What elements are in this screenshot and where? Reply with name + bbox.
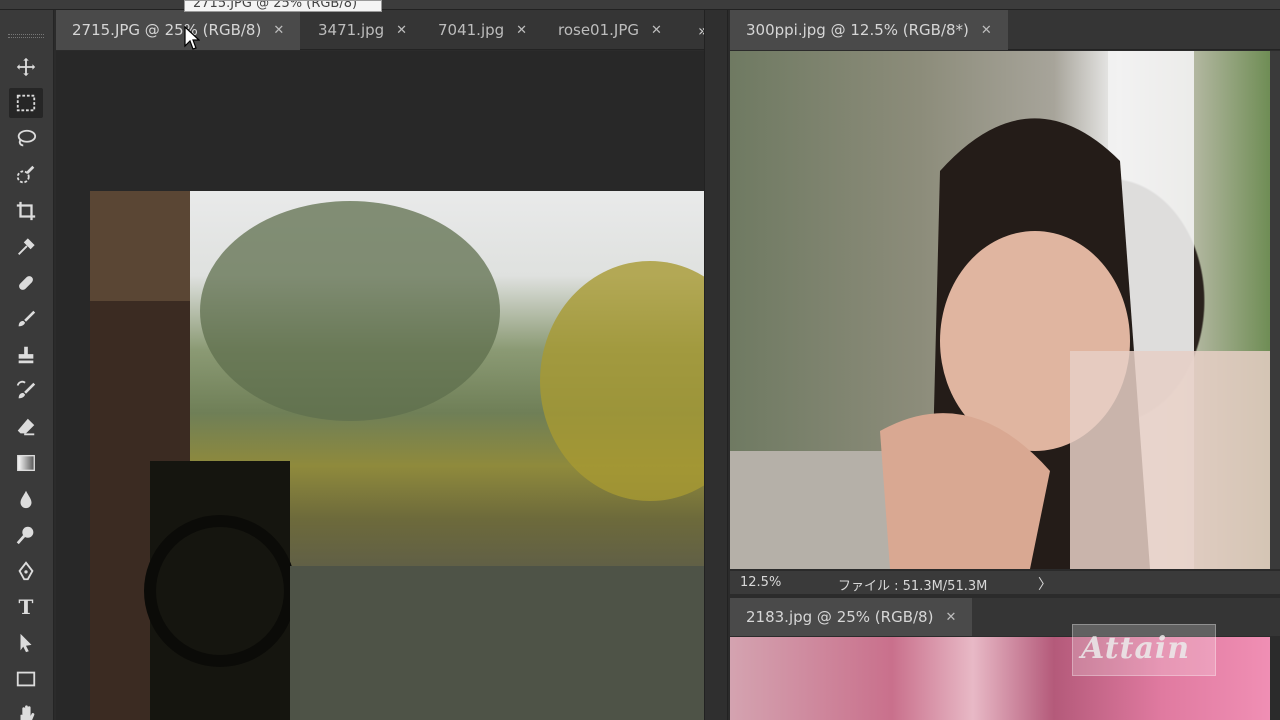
- path-selection-tool-icon[interactable]: [9, 628, 43, 658]
- tab-rose01-jpg[interactable]: rose01.JPG ✕: [542, 10, 678, 50]
- dodge-tool-icon[interactable]: [9, 520, 43, 550]
- crop-tool-icon[interactable]: [9, 196, 43, 226]
- tab-7041-jpg[interactable]: 7041.jpg ✕: [422, 10, 543, 50]
- tab-300ppi-jpg[interactable]: 300ppi.jpg @ 12.5% (RGB/8*) ✕: [730, 10, 1008, 50]
- document-tab-bar: 2715.JPG @ 25% (RGB/8) ✕ 3471.jpg ✕ 7041…: [56, 10, 728, 50]
- tab-2715-jpg[interactable]: 2715.JPG @ 25% (RGB/8) ✕: [56, 10, 301, 50]
- pen-tool-icon[interactable]: [9, 556, 43, 586]
- zoom-level[interactable]: 12.5%: [740, 575, 781, 590]
- mouse-cursor-icon: [184, 26, 200, 50]
- portrait-photo-shapes: [730, 51, 1270, 569]
- lasso-tool-icon[interactable]: [9, 124, 43, 154]
- tab-label: 300ppi.jpg @ 12.5% (RGB/8*): [746, 21, 969, 39]
- hand-tool-icon[interactable]: [9, 700, 43, 720]
- history-brush-tool-icon[interactable]: [9, 376, 43, 406]
- tab-tooltip: 2715.JPG @ 25% (RGB/8): [184, 0, 382, 12]
- landscape-photo: [90, 191, 704, 720]
- gradient-tool-icon[interactable]: [9, 448, 43, 478]
- vertical-scrollbar[interactable]: [1270, 51, 1280, 569]
- close-icon[interactable]: ✕: [273, 23, 284, 38]
- tab-2183-jpg[interactable]: 2183.jpg @ 25% (RGB/8) ✕: [730, 598, 973, 636]
- document-canvas-left[interactable]: [56, 51, 704, 720]
- quick-selection-tool-icon[interactable]: [9, 160, 43, 190]
- close-icon[interactable]: ✕: [981, 23, 992, 38]
- clone-stamp-tool-icon[interactable]: [9, 340, 43, 370]
- eyedropper-tool-icon[interactable]: [9, 232, 43, 262]
- close-icon[interactable]: ✕: [396, 23, 407, 38]
- type-tool-icon[interactable]: T: [9, 592, 43, 622]
- eraser-tool-icon[interactable]: [9, 412, 43, 442]
- rectangular-marquee-tool-icon[interactable]: [9, 88, 43, 118]
- move-tool-icon[interactable]: [9, 52, 43, 82]
- status-bar: 12.5% ファイル : 51.3M/51.3M 〉: [730, 570, 1280, 594]
- watermark-logo: Attain: [1072, 624, 1216, 676]
- close-icon[interactable]: ✕: [945, 610, 956, 625]
- panel-grip[interactable]: [8, 34, 44, 38]
- close-icon[interactable]: ✕: [651, 23, 662, 38]
- close-icon[interactable]: ✕: [516, 23, 527, 38]
- file-size-info: ファイル : 51.3M/51.3M: [838, 579, 988, 594]
- document-tab-bar-right-top: 300ppi.jpg @ 12.5% (RGB/8*) ✕: [730, 10, 1280, 50]
- portrait-photo[interactable]: [730, 51, 1270, 569]
- tab-3471-jpg[interactable]: 3471.jpg ✕: [302, 10, 423, 50]
- tab-label: rose01.JPG: [558, 21, 640, 39]
- rectangle-tool-icon[interactable]: [9, 664, 43, 694]
- landscape-photo-shapes: [90, 191, 704, 720]
- status-menu-arrow-icon[interactable]: 〉: [1038, 574, 1052, 594]
- brush-tool-icon[interactable]: [9, 304, 43, 334]
- tools-panel: T: [0, 10, 54, 720]
- tab-label: 7041.jpg: [438, 21, 505, 39]
- healing-brush-tool-icon[interactable]: [9, 268, 43, 298]
- tab-label: 2715.JPG @ 25% (RGB/8): [72, 21, 262, 39]
- watermark-text: Attain: [1081, 631, 1191, 666]
- panel-splitter[interactable]: [704, 10, 728, 720]
- type-tool-glyph: T: [18, 595, 34, 619]
- tab-label: 2183.jpg @ 25% (RGB/8): [746, 608, 934, 626]
- blur-tool-icon[interactable]: [9, 484, 43, 514]
- tab-label: 3471.jpg: [318, 21, 385, 39]
